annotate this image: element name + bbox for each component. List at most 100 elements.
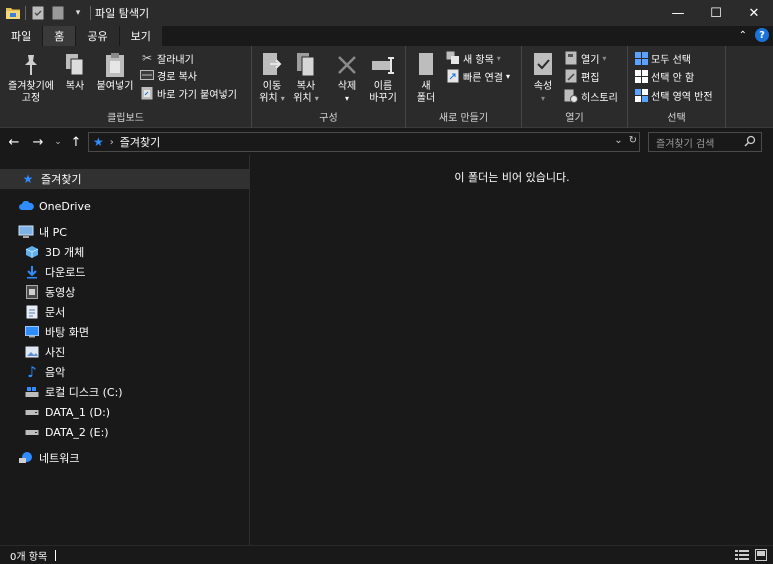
quick-access-star-icon: ★: [93, 135, 104, 149]
edit-label: 편집: [581, 72, 600, 84]
nav-this-pc[interactable]: 내 PC: [0, 222, 249, 242]
move-to-label-line1: 이동: [262, 81, 282, 92]
ribbon-expand-icon[interactable]: ⌃: [739, 30, 747, 41]
new-item-button[interactable]: 새 항목 ▾: [446, 50, 501, 66]
new-folder-label-line2: 폴더: [416, 93, 436, 104]
nav-label: 3D 개체: [45, 246, 85, 259]
copy-path-label: 경로 복사: [157, 71, 197, 83]
history-icon: [564, 89, 578, 103]
search-box[interactable]: 즐겨찾기 검색: [648, 132, 762, 152]
tab-file[interactable]: 파일: [0, 26, 44, 46]
up-arrow-icon: ↑: [70, 134, 82, 150]
clipboard-group: 즐겨찾기에 고정 복사 붙여넣기 ✂ 잘라내기 경로 복사 바로 가기 붙여넣기…: [0, 46, 252, 128]
back-button[interactable]: ←: [6, 133, 22, 151]
nav-videos[interactable]: 동영상: [0, 282, 249, 302]
empty-folder-message: 이 폴더는 비어 있습니다.: [454, 171, 570, 184]
properties-check-icon[interactable]: [30, 5, 46, 21]
breadcrumb-location[interactable]: 즐겨찾기: [120, 134, 160, 150]
nav-desktop[interactable]: 바탕 화면: [0, 322, 249, 342]
scissors-icon: ✂: [141, 51, 153, 65]
nav-label: 네트워크: [39, 452, 80, 465]
address-bar[interactable]: ★ › 즐겨찾기 ⌄ ↻: [88, 132, 640, 152]
invert-selection-button[interactable]: 선택 영역 반전: [634, 87, 713, 103]
drive-icon: [24, 424, 40, 440]
edit-button[interactable]: 편집: [564, 68, 599, 84]
nav-downloads[interactable]: 다운로드: [0, 262, 249, 282]
nav-local-disk-c[interactable]: 로컬 디스크 (C:): [0, 382, 249, 402]
back-arrow-icon: ←: [8, 134, 20, 150]
help-icon[interactable]: ?: [755, 28, 769, 42]
nav-pictures[interactable]: 사진: [0, 342, 249, 362]
easy-access-button[interactable]: 빠른 연결 ▾: [446, 68, 510, 84]
forward-button[interactable]: →: [30, 133, 46, 151]
delete-button[interactable]: 삭제 ▾: [334, 51, 360, 105]
downloads-icon: [24, 264, 40, 280]
nav-label: 음악: [45, 366, 66, 379]
paste-label: 붙여넣기: [96, 81, 134, 92]
nav-music[interactable]: ♪ 음악: [0, 362, 249, 382]
nav-data-2-e[interactable]: DATA_2 (E:): [0, 422, 249, 442]
nav-3d-objects[interactable]: 3D 개체: [0, 242, 249, 262]
nav-data-1-d[interactable]: DATA_1 (D:): [0, 402, 249, 422]
nav-label: 동영상: [45, 286, 76, 299]
close-button[interactable]: ✕: [735, 0, 773, 26]
copy-to-button[interactable]: 복사 위치 ▾: [292, 51, 320, 105]
address-dropdown-icon[interactable]: ⌄: [614, 135, 622, 146]
title-bar: ▾ 파일 탐색기 — ☐ ✕: [0, 0, 773, 26]
details-view-icon[interactable]: [735, 549, 749, 564]
cut-button[interactable]: ✂ 잘라내기: [140, 50, 194, 66]
easy-access-label: 빠른 연결: [463, 72, 503, 84]
properties-label: 속성: [533, 81, 553, 92]
rename-icon: [371, 51, 395, 79]
up-button[interactable]: ↑: [68, 133, 84, 151]
maximize-button[interactable]: ☐: [697, 0, 735, 26]
paste-button[interactable]: 붙여넣기: [94, 51, 136, 93]
nav-quick-access[interactable]: ★ 즐겨찾기: [0, 169, 249, 189]
properties-button[interactable]: 속성 ▾: [528, 51, 558, 105]
select-group-label: 선택: [667, 113, 686, 124]
move-to-button[interactable]: 이동 위치 ▾: [258, 51, 286, 105]
toolbar-separator: [90, 6, 91, 20]
paste-shortcut-button[interactable]: 바로 가기 붙여넣기: [140, 85, 237, 101]
history-button[interactable]: 히스토리: [564, 88, 618, 104]
new-folder-label-line1: 새: [421, 81, 431, 92]
new-folder-button[interactable]: 새 폴더: [412, 51, 440, 105]
select-all-button[interactable]: 모두 선택: [634, 50, 691, 66]
copy-path-icon: [140, 68, 154, 82]
copy-button[interactable]: 복사: [60, 51, 90, 93]
copy-label: 복사: [65, 81, 85, 92]
nav-label: DATA_1 (D:): [45, 405, 111, 419]
nav-network[interactable]: 네트워크: [0, 448, 249, 468]
copy-path-button[interactable]: 경로 복사: [140, 67, 197, 83]
folder-icon[interactable]: [5, 5, 21, 21]
pin-label-line1: 즐겨찾기에: [8, 81, 54, 92]
minimize-button[interactable]: —: [659, 0, 697, 26]
new-folder-small-icon[interactable]: [50, 5, 66, 21]
tab-home[interactable]: 홈: [43, 26, 77, 46]
tab-view[interactable]: 보기: [119, 26, 163, 46]
select-none-button[interactable]: 선택 안 함: [634, 68, 694, 84]
paste-shortcut-icon: [140, 86, 154, 100]
nav-documents[interactable]: 문서: [0, 302, 249, 322]
ribbon: 즐겨찾기에 고정 복사 붙여넣기 ✂ 잘라내기 경로 복사 바로 가기 붙여넣기…: [0, 46, 773, 128]
organize-group-label: 구성: [319, 113, 338, 124]
content-pane[interactable]: 이 폴더는 비어 있습니다.: [251, 155, 773, 545]
search-icon: [744, 135, 756, 150]
pin-to-quick-access-button[interactable]: 즐겨찾기에 고정: [4, 51, 58, 105]
music-icon: ♪: [27, 363, 37, 381]
customize-dropdown-icon[interactable]: ▾: [70, 5, 86, 21]
open-group: 속성 ▾ 열기 ▾ 편집 히스토리 열기: [522, 46, 628, 128]
computer-icon: [18, 224, 34, 240]
status-separator: [55, 549, 57, 561]
nav-onedrive[interactable]: OneDrive: [0, 196, 249, 216]
open-button[interactable]: 열기 ▾: [564, 50, 606, 66]
rename-button[interactable]: 이름 바꾸기: [366, 51, 400, 105]
large-icons-view-icon[interactable]: [755, 549, 767, 564]
tab-share[interactable]: 공유: [76, 26, 120, 46]
refresh-icon[interactable]: ↻: [629, 135, 637, 146]
documents-icon: [24, 304, 40, 320]
item-count: 0개 항목: [10, 551, 48, 563]
recent-locations-button[interactable]: ⌄: [52, 133, 64, 151]
copy-to-label-line1: 복사: [296, 81, 316, 92]
select-none-icon: [634, 69, 648, 83]
